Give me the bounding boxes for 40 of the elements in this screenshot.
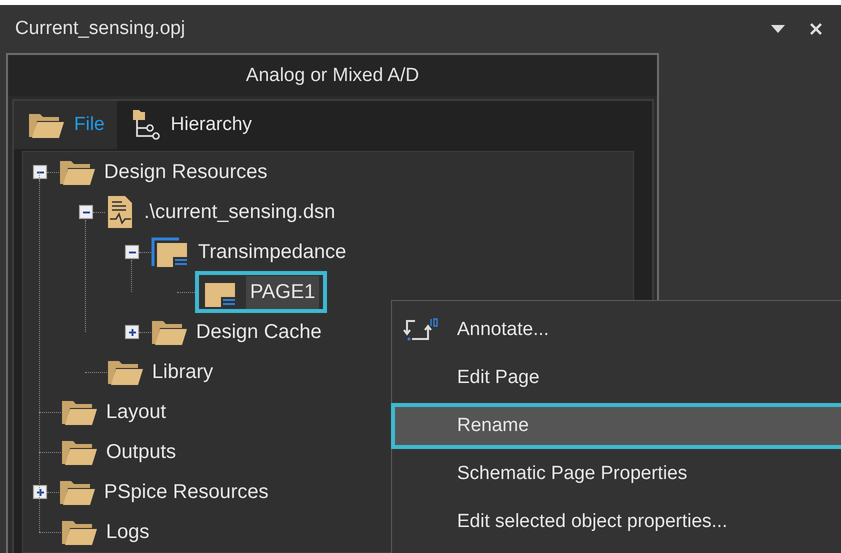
folder-icon <box>107 358 143 386</box>
plus-icon <box>36 488 44 496</box>
window-title: Current_sensing.opj <box>15 18 186 40</box>
hierarchy-icon <box>130 108 161 142</box>
folder-icon <box>59 478 95 506</box>
tab[interactable]: File <box>14 101 117 149</box>
caret-icon <box>770 24 786 34</box>
tree-item[interactable]: Transimpedance <box>147 232 350 272</box>
menu-item[interactable]: Annotate... <box>391 307 841 353</box>
expand-toggle[interactable] <box>33 485 47 499</box>
collapse-toggle[interactable] <box>79 205 93 219</box>
plus-icon <box>128 328 136 336</box>
close-icon <box>809 22 823 36</box>
folder-icon <box>59 158 95 186</box>
tree-item[interactable]: Design Cache <box>147 314 326 350</box>
tree-item[interactable]: Library <box>103 354 218 390</box>
collapse-toggle[interactable] <box>125 245 139 259</box>
folder-icon <box>61 438 97 466</box>
schematic-icon <box>151 236 189 268</box>
tree-item[interactable]: Outputs <box>57 434 180 470</box>
document-icon <box>105 195 135 229</box>
tree-item[interactable]: Layout <box>57 394 170 430</box>
annotate-icon <box>403 317 439 343</box>
tree-item[interactable]: PAGE1 <box>195 271 328 313</box>
collapse-toggle[interactable] <box>33 165 47 179</box>
menu-item[interactable]: Edit selected object properties... <box>391 499 841 545</box>
tree-item[interactable]: Design Resources <box>55 154 272 190</box>
tab[interactable]: Hierarchy <box>116 101 264 149</box>
menu-item[interactable]: Schematic Page Properties <box>391 451 841 497</box>
folder-icon <box>61 398 97 426</box>
menu-item[interactable]: Rename <box>391 403 841 449</box>
folder-icon <box>28 111 64 139</box>
menu-item[interactable]: Edit Page <box>391 355 841 401</box>
tree-item[interactable]: Logs <box>57 514 154 550</box>
folder-icon <box>61 518 97 546</box>
tree-item[interactable]: PSpice Resources <box>55 474 273 510</box>
panel-header: Analog or Mixed A/D <box>8 55 657 96</box>
expand-toggle[interactable] <box>125 325 139 339</box>
tree-item[interactable]: .\current_sensing.dsn <box>101 191 340 233</box>
folder-icon <box>151 318 187 346</box>
